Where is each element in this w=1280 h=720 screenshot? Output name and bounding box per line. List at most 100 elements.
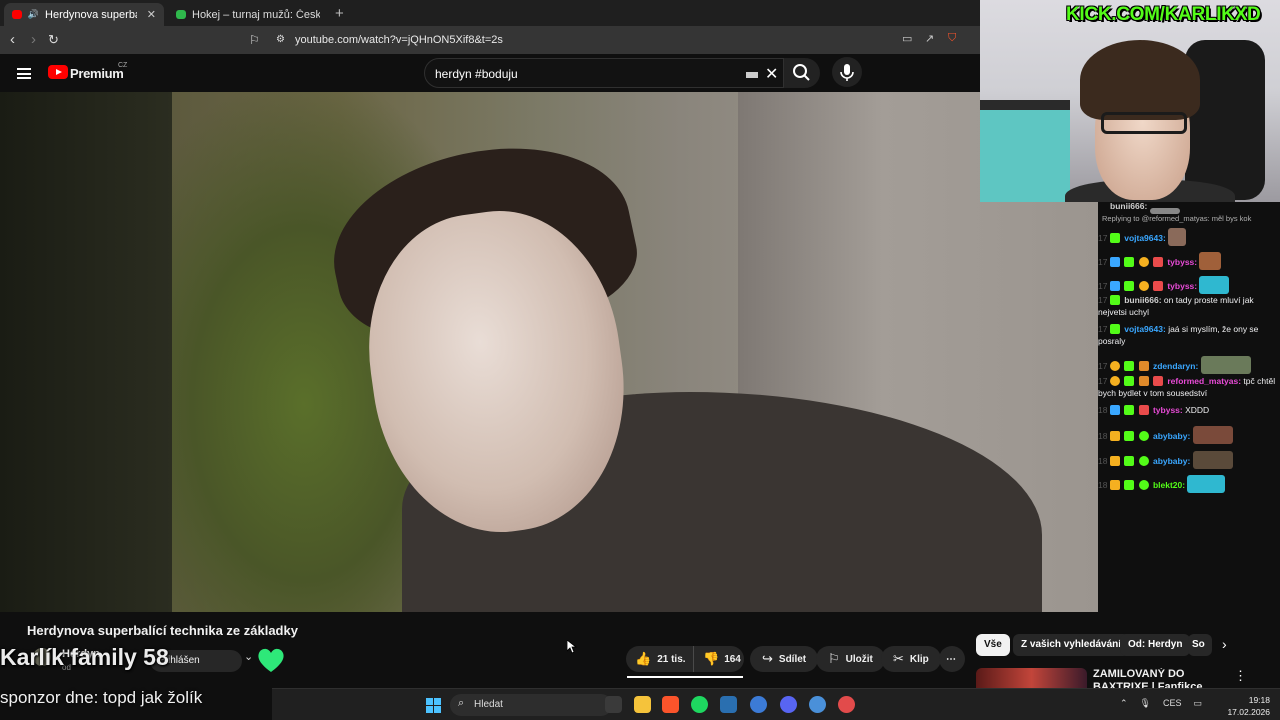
recommended-video-title[interactable]: ZAMILOVANÝ DO BAXTRIXE | Fanfikce bbox=[1093, 668, 1223, 690]
brave-browser-icon[interactable] bbox=[662, 696, 679, 713]
like-underline bbox=[627, 676, 743, 678]
badge-icon bbox=[1109, 257, 1120, 267]
clip-button[interactable]: ✂ Klip bbox=[881, 646, 941, 672]
save-button[interactable]: ⚐ Uložit bbox=[816, 646, 885, 672]
chat-time: 17 bbox=[1098, 324, 1108, 334]
scissors-icon: ✂ bbox=[893, 651, 904, 666]
chip-more[interactable]: So bbox=[1188, 634, 1212, 656]
back-icon[interactable]: ‹ bbox=[10, 31, 15, 48]
voice-search-button[interactable] bbox=[832, 57, 862, 87]
clock-date: 17.02.2026 bbox=[1227, 707, 1270, 717]
chat-message: 17 tybyss: bbox=[1098, 276, 1280, 294]
youtube-logo-icon[interactable] bbox=[48, 65, 68, 79]
badge-icon bbox=[1109, 324, 1120, 334]
url-field[interactable]: youtube.com/watch?v=jQHnON5Xif8&t=2s bbox=[295, 34, 503, 46]
bookmark-icon[interactable]: ⚐ bbox=[249, 33, 260, 47]
app-icon-4[interactable] bbox=[838, 696, 855, 713]
share-button[interactable]: ↪ Sdílet bbox=[750, 646, 819, 672]
chat-username: blekt20: bbox=[1152, 480, 1186, 490]
app-icon-2[interactable] bbox=[750, 696, 767, 713]
menu-icon[interactable] bbox=[17, 68, 31, 79]
badge-icon bbox=[1152, 376, 1163, 386]
chat-message: 18 tybyss: XDDD bbox=[1098, 404, 1280, 416]
chat-message: 17 vojta9643: jaá si myslím, že ony se p… bbox=[1098, 323, 1280, 347]
audio-icon: 🔊 bbox=[27, 9, 40, 19]
system-tray: ⌃ 🎙 CES ▭ bbox=[1120, 698, 1202, 709]
badge-icon bbox=[1124, 405, 1135, 415]
chevron-right-icon[interactable]: › bbox=[1222, 636, 1227, 652]
app-icon-3[interactable] bbox=[809, 696, 826, 713]
cast-icon[interactable]: ▭ bbox=[902, 32, 912, 45]
app-icon[interactable] bbox=[720, 696, 737, 713]
tab-title: Herdynova superbalící techni bbox=[45, 8, 137, 21]
taskbar-search[interactable]: ⌕ Hledat bbox=[450, 694, 612, 716]
thumbs-down-icon: 👎 bbox=[703, 651, 720, 666]
youtube-premium-logo[interactable]: Premium bbox=[70, 66, 124, 81]
mouse-cursor-icon bbox=[567, 640, 577, 654]
task-view-icon[interactable] bbox=[605, 696, 622, 713]
clock-time: 19:18 bbox=[1248, 695, 1270, 705]
video-player[interactable] bbox=[172, 92, 1098, 612]
search-input[interactable]: herdyn #boduju ✕ bbox=[424, 58, 784, 88]
microphone-icon bbox=[840, 64, 854, 81]
search-button[interactable] bbox=[784, 58, 820, 88]
discord-icon[interactable] bbox=[780, 696, 797, 713]
tray-chevron-icon[interactable]: ⌃ bbox=[1120, 698, 1128, 709]
spotify-icon[interactable] bbox=[691, 696, 708, 713]
clear-search-icon[interactable]: ✕ bbox=[765, 64, 778, 84]
file-explorer-icon[interactable] bbox=[634, 696, 651, 713]
tab-title: Hokej – turnaj mužů: Česko – Dánsko bbox=[192, 8, 320, 21]
chat-message: 18 abybaby: bbox=[1098, 451, 1280, 469]
chip-from-herdyn[interactable]: Od: Herdyn bbox=[1120, 634, 1191, 656]
site-favicon-icon bbox=[176, 10, 186, 19]
dislike-button[interactable]: 👎 164 bbox=[695, 646, 744, 672]
brave-shield-icon[interactable]: ⛉ bbox=[948, 32, 956, 45]
language-indicator[interactable]: CES bbox=[1163, 698, 1182, 709]
chat-message: 17 zdendaryn: bbox=[1098, 356, 1280, 374]
badge-icon bbox=[1124, 480, 1135, 490]
forward-icon[interactable]: › bbox=[31, 31, 36, 48]
recommended-video-thumbnail[interactable] bbox=[976, 668, 1087, 690]
new-tab-button[interactable]: + bbox=[335, 5, 344, 22]
chip-from-searches[interactable]: Z vašich vyhledávání bbox=[1013, 634, 1130, 656]
keyboard-icon[interactable] bbox=[746, 72, 758, 78]
taskbar-clock[interactable]: 19:18 17.02.2026 bbox=[1224, 694, 1270, 718]
tab-hokej[interactable]: Hokej – turnaj mužů: Česko – Dánsko bbox=[168, 3, 328, 26]
chat-time: 18 bbox=[1098, 456, 1108, 466]
emote bbox=[1200, 356, 1251, 374]
close-tab-icon[interactable]: ✕ bbox=[147, 8, 156, 21]
address-bar: ‹ › ↻ ⚐ ⚙ youtube.com/watch?v=jQHnON5Xif… bbox=[0, 26, 980, 54]
emote bbox=[1192, 426, 1233, 444]
youtube-header: Premium CZ herdyn #boduju ✕ bbox=[0, 54, 980, 92]
chat-time: 17 bbox=[1098, 376, 1108, 386]
chat-time: 17 bbox=[1098, 295, 1108, 305]
site-settings-icon[interactable]: ⚙ bbox=[276, 34, 285, 45]
chat-username: vojta9643: bbox=[1124, 233, 1166, 243]
badge-icon bbox=[1124, 376, 1135, 386]
chevron-down-icon[interactable]: ⌄ bbox=[244, 650, 253, 663]
emote bbox=[1192, 451, 1233, 469]
search-icon: ⌕ bbox=[458, 697, 465, 709]
more-icon: ⋯ bbox=[946, 653, 956, 665]
emote bbox=[1168, 228, 1187, 246]
emote bbox=[1187, 475, 1226, 493]
like-button[interactable]: 👍 21 tis. bbox=[626, 646, 694, 672]
more-actions-button[interactable]: ⋯ bbox=[939, 646, 965, 672]
search-query[interactable]: herdyn #boduju bbox=[435, 67, 518, 81]
network-icon[interactable]: ▭ bbox=[1194, 698, 1203, 709]
windows-start-icon[interactable] bbox=[426, 698, 441, 713]
mic-tray-icon[interactable]: 🎙 bbox=[1140, 698, 1151, 709]
tab-herdyn-video[interactable]: 🔊 Herdynova superbalící techni ✕ bbox=[4, 3, 164, 26]
chat-message: 17 vojta9643: bbox=[1098, 228, 1280, 246]
chat-text: XDDD bbox=[1185, 405, 1210, 415]
kebab-menu-icon[interactable]: ⋮ bbox=[1234, 668, 1247, 684]
reload-icon[interactable]: ↻ bbox=[48, 32, 59, 48]
share-page-icon[interactable]: ↗ bbox=[925, 32, 934, 45]
chat-message: 17 tybyss: bbox=[1098, 252, 1280, 270]
subscriber-badge-icon bbox=[1109, 233, 1120, 243]
dislike-count: 164 bbox=[724, 653, 741, 665]
chip-all[interactable]: Vše bbox=[976, 634, 1010, 656]
badge-icon bbox=[1109, 376, 1120, 386]
badge-icon bbox=[1124, 431, 1135, 441]
webcam-hair bbox=[1080, 40, 1200, 120]
